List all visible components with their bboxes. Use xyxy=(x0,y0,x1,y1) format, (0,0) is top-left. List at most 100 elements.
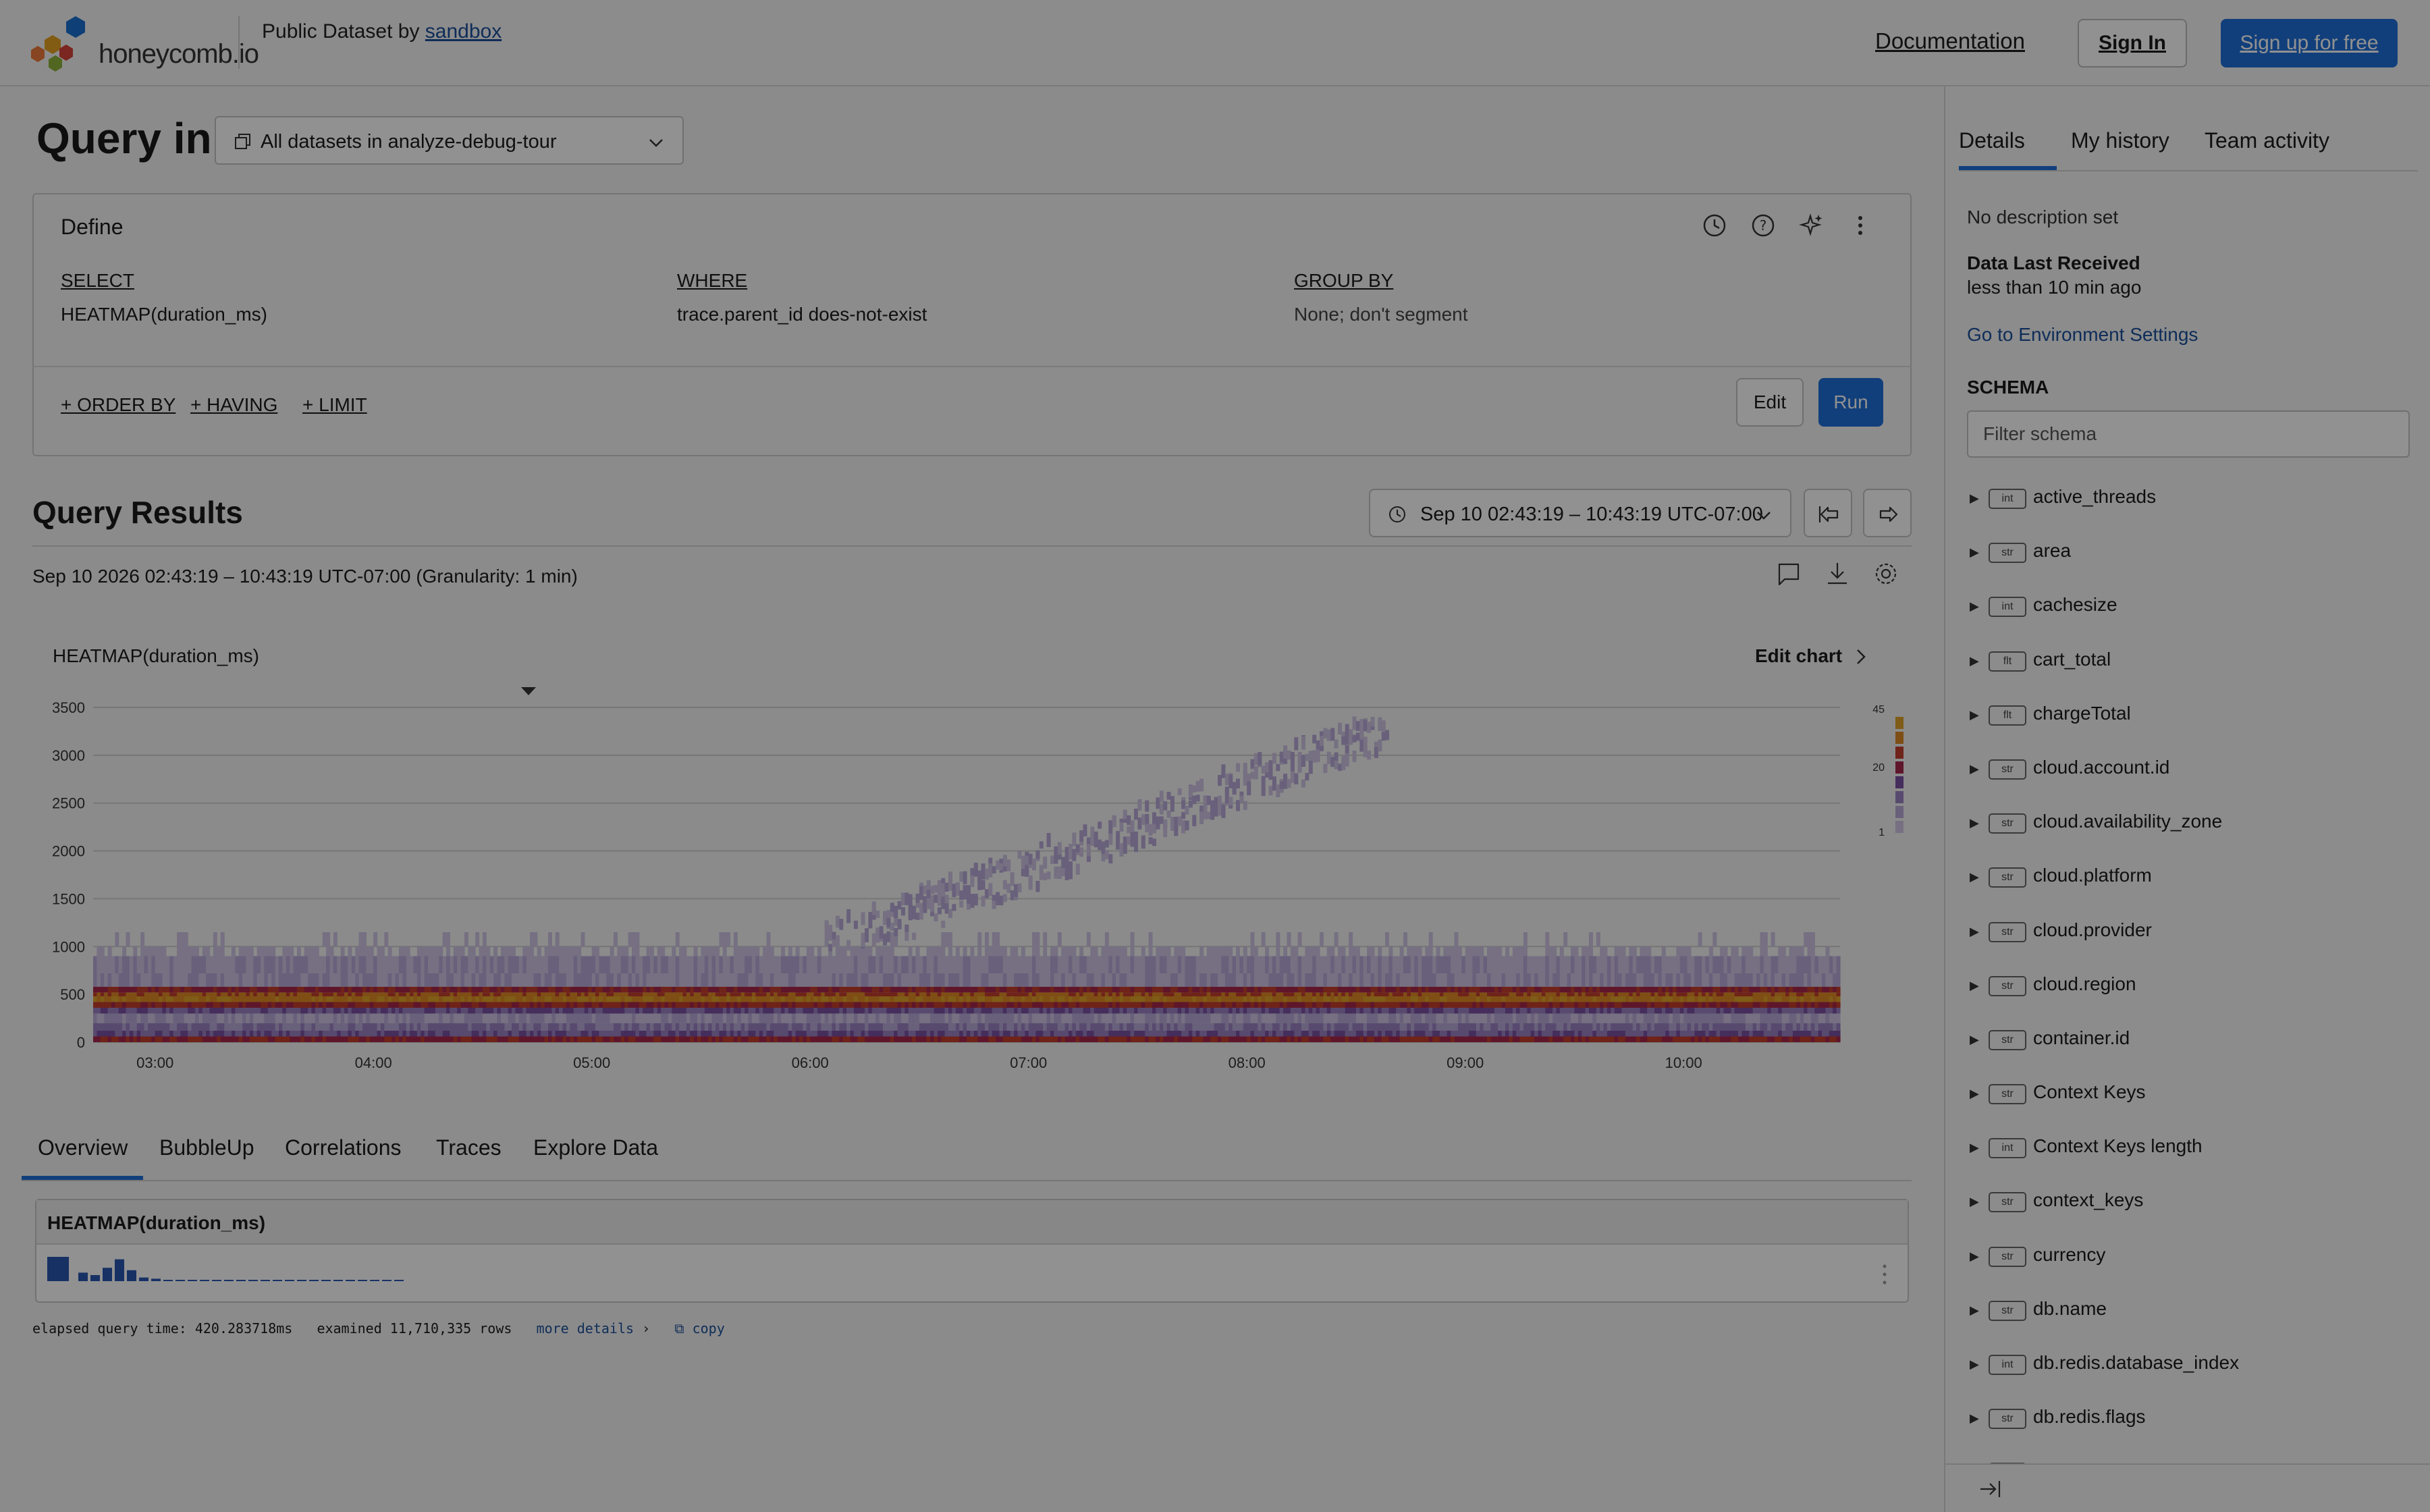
heatmap-cell xyxy=(708,986,713,993)
heatmap-cell xyxy=(617,996,622,1002)
heatmap-cell xyxy=(155,996,159,1002)
heatmap-cell xyxy=(1367,1002,1372,1008)
heatmap-cell xyxy=(1276,1002,1280,1008)
heatmap-cell xyxy=(799,1031,803,1037)
heatmap-cell xyxy=(406,1023,410,1031)
select-value[interactable]: HEATMAP(duration_ms) xyxy=(61,304,267,325)
add-having-link[interactable]: + HAVING xyxy=(190,394,277,416)
run-button[interactable]: Run xyxy=(1818,378,1883,427)
chevron-right-icon[interactable] xyxy=(1852,647,1870,667)
honeycomb-logo[interactable]: honeycomb.io xyxy=(31,14,259,72)
heatmap-cell xyxy=(344,986,348,993)
add-limit-link[interactable]: + LIMIT xyxy=(302,394,367,416)
heatmap-cell xyxy=(184,1023,188,1031)
heatmap-cell xyxy=(1094,992,1098,996)
heatmap-cell xyxy=(1454,973,1459,987)
heatmap-cell xyxy=(686,973,691,987)
comment-icon[interactable] xyxy=(1774,559,1804,589)
heatmap-cell xyxy=(653,1013,658,1023)
heatmap-cell xyxy=(1418,996,1422,1002)
heatmap-cell xyxy=(351,986,356,993)
heatmap-cell xyxy=(937,1023,942,1031)
group-by-value[interactable]: None; don't segment xyxy=(1294,304,1468,325)
heatmap-cell xyxy=(1130,1036,1135,1042)
heatmap-cell xyxy=(249,996,254,1002)
heatmap-cell xyxy=(406,1013,410,1023)
download-icon[interactable] xyxy=(1823,559,1852,589)
heatmap-cell xyxy=(1330,973,1335,987)
heatmap-cell xyxy=(835,1036,840,1042)
heatmap-cell xyxy=(897,1013,902,1023)
heatmap-cell xyxy=(1028,875,1033,885)
heatmap-cell xyxy=(668,973,672,987)
heatmap-cell xyxy=(442,1002,447,1008)
heatmap-cell xyxy=(93,956,97,973)
heatmap-cell xyxy=(191,1036,196,1042)
heatmap-cell xyxy=(559,1023,564,1031)
heatmap-cell xyxy=(544,956,549,973)
heatmap-cell xyxy=(868,1013,873,1023)
heatmap-cell xyxy=(304,1023,308,1031)
heatmap-cell xyxy=(1163,1036,1168,1042)
heatmap-cell xyxy=(1127,1031,1131,1037)
heatmap-cell xyxy=(1352,1013,1357,1023)
select-label[interactable]: SELECT xyxy=(61,270,134,292)
heatmap-cell xyxy=(1287,992,1291,996)
heatmap-cell xyxy=(832,1002,836,1008)
heatmap-cell xyxy=(937,1031,942,1037)
heatmap-cell xyxy=(1239,1031,1244,1037)
heatmap-cell xyxy=(1294,737,1299,751)
heatmap-cell xyxy=(1002,894,1007,902)
time-forward-button[interactable] xyxy=(1863,489,1912,537)
time-back-button[interactable] xyxy=(1804,489,1852,537)
heatmap-cell xyxy=(977,946,982,956)
heatmap-cell xyxy=(435,1002,439,1008)
help-icon[interactable]: ? xyxy=(1747,209,1779,242)
edit-chart-button[interactable]: Edit chart xyxy=(1755,645,1842,667)
heatmap-cell xyxy=(1028,853,1033,865)
sign-up-button[interactable]: Sign up for free xyxy=(2221,19,2398,68)
heatmap-cell xyxy=(1436,1031,1440,1037)
heatmap-cell xyxy=(1025,973,1029,987)
group-by-label[interactable]: GROUP BY xyxy=(1294,270,1393,292)
heatmap-cell xyxy=(599,986,603,993)
sparkle-assistant-icon[interactable] xyxy=(1796,209,1828,242)
heatmap-cell xyxy=(944,1008,949,1014)
where-value[interactable]: trace.parent_id does-not-exist xyxy=(677,304,927,325)
heatmap-cell xyxy=(1247,781,1251,796)
heatmap-cell xyxy=(235,992,240,996)
heatmap-cell xyxy=(1025,1002,1029,1008)
heatmap-cell xyxy=(883,934,887,946)
sign-in-button[interactable]: Sign In xyxy=(2078,19,2187,68)
documentation-link[interactable]: Documentation xyxy=(1875,28,2025,54)
heatmap-cell xyxy=(369,946,374,956)
heatmap-cell xyxy=(868,973,873,987)
sandbox-link[interactable]: sandbox xyxy=(425,20,502,43)
dataset-selector[interactable]: All datasets in analyze-debug-tour xyxy=(215,116,684,165)
heatmap-cell xyxy=(1199,946,1204,956)
heatmap-cell xyxy=(151,996,156,1002)
heatmap-cell xyxy=(551,1002,556,1008)
heatmap-cell xyxy=(1090,956,1095,973)
settings-gear-icon[interactable] xyxy=(1871,559,1901,589)
where-label[interactable]: WHERE xyxy=(677,270,747,292)
heatmap-cell xyxy=(457,992,462,996)
edit-button[interactable]: Edit xyxy=(1736,378,1804,427)
heatmap-cell xyxy=(1469,946,1474,956)
heatmap-cell xyxy=(1104,956,1109,973)
time-marker-icon[interactable] xyxy=(521,687,536,695)
heatmap-cell xyxy=(471,1008,476,1014)
history-clock-icon[interactable] xyxy=(1698,209,1731,242)
heatmap-cell xyxy=(1428,932,1433,947)
heatmap-cell xyxy=(1294,986,1299,993)
heatmap-cell xyxy=(719,1008,724,1014)
more-options-icon[interactable] xyxy=(1844,209,1877,242)
add-order-by-link[interactable]: + ORDER BY xyxy=(61,394,176,416)
heatmap-cell xyxy=(93,973,97,987)
heatmap-cell xyxy=(620,1008,625,1014)
time-range-picker[interactable]: Sep 10 02:43:19 – 10:43:19 UTC-07:00 xyxy=(1369,489,1791,537)
heatmap-cell xyxy=(471,946,476,956)
heatmap-cell xyxy=(1297,752,1302,764)
heatmap-cell xyxy=(333,956,338,973)
heatmap-chart[interactable]: 050010001500200025003000350003:00 04:00 05… xyxy=(0,675,1958,1080)
